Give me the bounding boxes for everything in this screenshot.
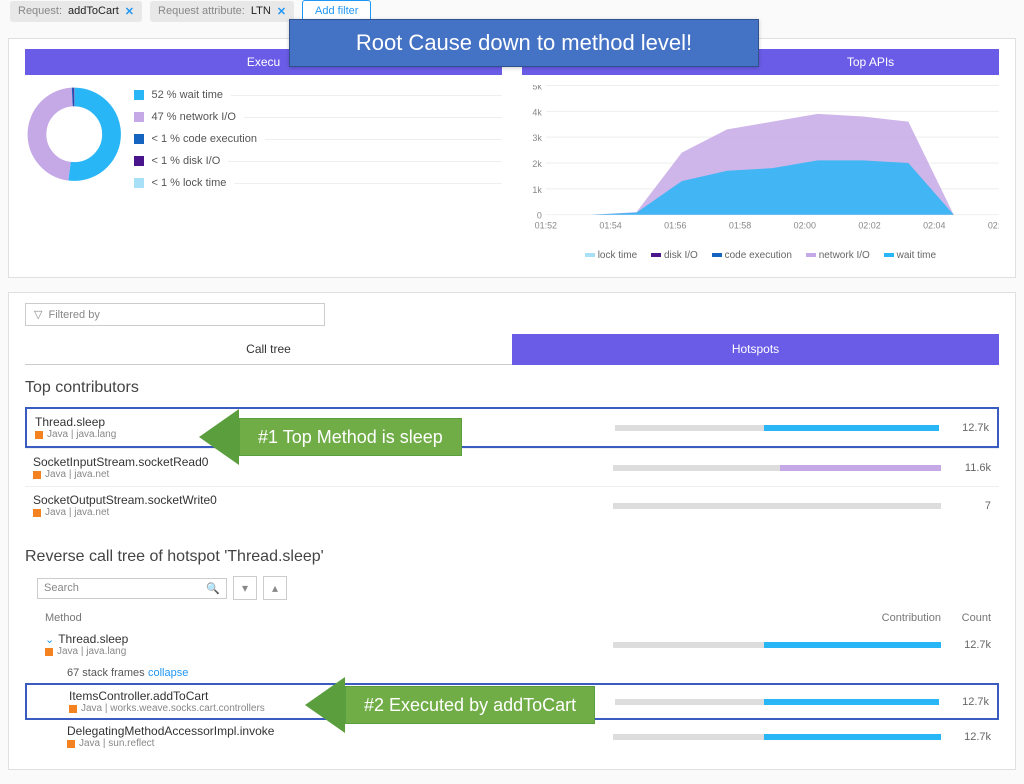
- filter-placeholder: Filtered by: [48, 309, 99, 321]
- area-chart-legend: lock time disk I/O code execution networ…: [522, 250, 999, 261]
- legend-label: wait time: [897, 250, 936, 261]
- search-icon: 🔍: [206, 582, 220, 595]
- method-meta: Java | java.net: [33, 469, 613, 480]
- legend-label: network I/O: [819, 250, 870, 261]
- contribution-bar: [615, 425, 939, 431]
- svg-text:01:54: 01:54: [599, 221, 621, 231]
- collapse-link[interactable]: collapse: [148, 667, 188, 679]
- contribution-bar: [613, 642, 941, 648]
- annotation-executed-by: #2 Executed by addToCart: [305, 677, 595, 733]
- stack-frames-label: 67 stack frames: [67, 667, 145, 679]
- contribution-bar: [613, 503, 941, 509]
- method-name: Thread.sleep: [58, 632, 128, 646]
- svg-text:1k: 1k: [532, 185, 542, 195]
- legend-label: < 1 % disk I/O: [152, 155, 221, 167]
- legend-disk: disk I/O: [651, 250, 698, 261]
- legend-label: < 1 % lock time: [152, 177, 227, 189]
- annotation-text: Root Cause down to method level!: [356, 30, 692, 55]
- svg-text:02:02: 02:02: [858, 221, 880, 231]
- legend-label: 47 % network I/O: [152, 111, 236, 123]
- legend-item-disk: < 1 % disk I/O: [134, 155, 503, 167]
- hotspot-panel: ▽ Filtered by Call tree Hotspots Top con…: [8, 292, 1016, 770]
- chip-value: LTN: [251, 5, 271, 17]
- svg-text:4k: 4k: [532, 107, 542, 117]
- contribution-bar: [613, 465, 941, 471]
- contribution-bar: [615, 699, 939, 705]
- method-meta: Java | sun.reflect: [67, 738, 613, 749]
- svg-text:02:06: 02:06: [988, 221, 999, 231]
- svg-text:02:04: 02:04: [923, 221, 945, 231]
- filter-icon: ▽: [34, 308, 42, 321]
- section-header-text: Execu: [247, 55, 280, 69]
- legend-lock: lock time: [585, 250, 637, 261]
- legend-label: 52 % wait time: [152, 89, 224, 101]
- method-meta: Java | java.net: [33, 507, 613, 518]
- filter-chip-request-attr[interactable]: Request attribute: LTN ✕: [150, 1, 294, 22]
- count-value: 12.7k: [951, 731, 991, 743]
- svg-text:01:56: 01:56: [664, 221, 686, 231]
- svg-text:01:52: 01:52: [535, 221, 557, 231]
- contributor-row[interactable]: Thread.sleepJava | java.lang12.7k: [25, 407, 999, 448]
- contributor-row[interactable]: SocketInputStream.socketRead0Java | java…: [25, 448, 999, 486]
- execution-breakdown-panel: Root Cause down to method level! Execu T…: [8, 38, 1016, 278]
- count-value: 12.7k: [949, 422, 989, 434]
- method-name: SocketOutputStream.socketWrite0: [33, 493, 613, 507]
- legend-item-wait: 52 % wait time: [134, 89, 503, 101]
- filter-button[interactable]: ▾: [233, 576, 257, 600]
- filter-input[interactable]: ▽ Filtered by: [25, 303, 325, 326]
- annotation-text: #2 Executed by addToCart: [364, 695, 576, 716]
- close-icon[interactable]: ✕: [277, 5, 286, 18]
- reverse-tree-heading: Reverse call tree of hotspot 'Thread.sle…: [25, 548, 999, 566]
- tab-hotspots[interactable]: Hotspots: [512, 334, 999, 365]
- top-contributors-heading: Top contributors: [25, 379, 999, 397]
- tab-call-tree[interactable]: Call tree: [25, 334, 512, 365]
- col-count: Count: [951, 612, 991, 624]
- legend-label: < 1 % code execution: [152, 133, 258, 145]
- legend-label: lock time: [598, 250, 637, 261]
- method-name: ItemsController.addToCart: [69, 689, 208, 703]
- chip-label: Request:: [18, 5, 62, 17]
- annotation-root-cause: Root Cause down to method level!: [289, 19, 759, 67]
- svg-text:01:58: 01:58: [729, 221, 751, 231]
- search-placeholder: Search: [44, 582, 79, 594]
- legend-label: code execution: [725, 250, 792, 261]
- svg-text:0: 0: [537, 211, 542, 221]
- annotation-text: #1 Top Method is sleep: [258, 427, 443, 448]
- col-contribution: Contribution: [625, 612, 951, 624]
- legend-network: network I/O: [806, 250, 870, 261]
- legend-label: disk I/O: [664, 250, 698, 261]
- legend-item-network: 47 % network I/O: [134, 111, 503, 123]
- legend-code: code execution: [712, 250, 792, 261]
- svg-text:3k: 3k: [532, 133, 542, 143]
- chevron-down-icon[interactable]: ⌄: [45, 634, 54, 646]
- chip-label: Request attribute:: [158, 5, 245, 17]
- svg-text:2k: 2k: [532, 159, 542, 169]
- sort-button[interactable]: ▴: [263, 576, 287, 600]
- donut-chart: [25, 85, 124, 195]
- count-value: 7: [951, 500, 991, 512]
- contributor-row[interactable]: SocketOutputStream.socketWrite0Java | ja…: [25, 486, 999, 524]
- close-icon[interactable]: ✕: [125, 5, 134, 18]
- contribution-bar: [613, 734, 941, 740]
- method-meta: Java | java.lang: [45, 646, 613, 657]
- svg-text:5k: 5k: [532, 85, 542, 91]
- chip-value: addToCart: [68, 5, 119, 17]
- legend-item-code: < 1 % code execution: [134, 133, 503, 145]
- donut-legend: 52 % wait time 47 % network I/O < 1 % co…: [134, 85, 503, 261]
- filter-chip-request[interactable]: Request: addToCart ✕: [10, 1, 142, 22]
- annotation-top-method: #1 Top Method is sleep: [199, 409, 462, 465]
- tree-row[interactable]: ⌄ Thread.sleepJava | java.lang 12.7k: [25, 628, 999, 661]
- count-value: 12.7k: [951, 639, 991, 651]
- legend-item-lock: < 1 % lock time: [134, 177, 503, 189]
- col-method: Method: [45, 612, 625, 624]
- area-chart-top-apis: 5k 4k 3k 2k 1k 0 01:52 01:54 01:56 01:58 02:00 02:…: [522, 85, 999, 261]
- svg-text:02:00: 02:00: [794, 221, 816, 231]
- search-input[interactable]: Search 🔍: [37, 578, 227, 599]
- count-value: 12.7k: [949, 696, 989, 708]
- legend-wait: wait time: [884, 250, 936, 261]
- count-value: 11.6k: [951, 462, 991, 474]
- method-name: DelegatingMethodAccessorImpl.invoke: [67, 724, 274, 738]
